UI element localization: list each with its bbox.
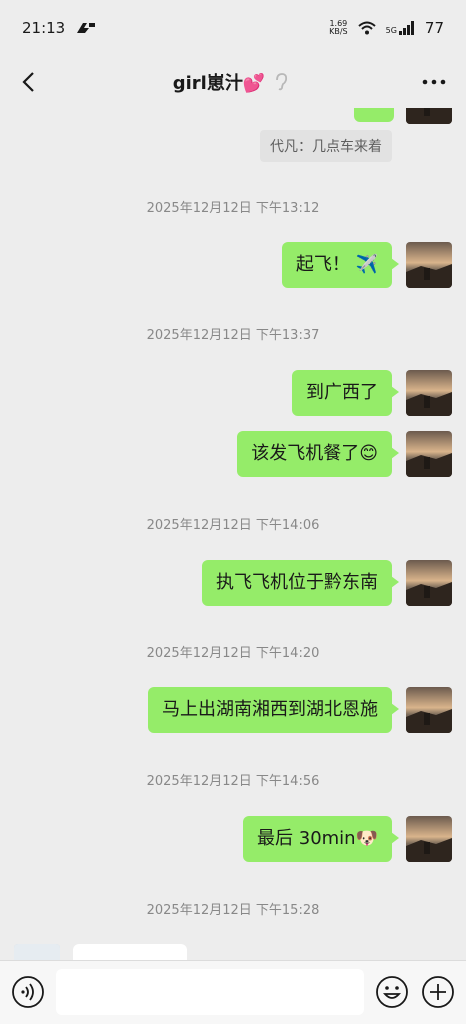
contact-avatar[interactable]: [14, 944, 60, 960]
message-input[interactable]: [56, 969, 364, 1015]
avatar[interactable]: [406, 242, 452, 288]
message-bubble-partial[interactable]: [354, 108, 394, 122]
avatar[interactable]: [406, 108, 452, 124]
avatar[interactable]: [406, 560, 452, 606]
message-timestamp: 2025年12月12日 下午14:20: [146, 646, 320, 661]
add-more-icon[interactable]: [421, 975, 455, 1009]
avatar[interactable]: [406, 370, 452, 416]
message-timestamp: 2025年12月12日 下午15:28: [146, 903, 320, 918]
incoming-message-bubble[interactable]: [73, 944, 187, 960]
wifi-icon: [357, 21, 376, 35]
message-bubble[interactable]: 该发飞机餐了😊: [237, 431, 399, 477]
avatar[interactable]: [406, 816, 452, 862]
signal-icon: [398, 21, 414, 35]
status-bar: 21:13 1.69 KB/S 5G 77: [0, 0, 466, 56]
message-bubble[interactable]: 马上出湖南湘西到湖北恩施: [148, 687, 399, 733]
voice-input-icon[interactable]: [11, 975, 45, 1009]
message-bubble[interactable]: 到广西了: [292, 370, 399, 416]
emoji-icon[interactable]: [375, 975, 409, 1009]
network-type: 5G: [385, 26, 397, 35]
more-options-icon[interactable]: [420, 70, 448, 94]
message-bubble[interactable]: 最后 30min🐶: [243, 816, 399, 862]
ear-icon: [276, 73, 288, 91]
message-timestamp: 2025年12月12日 下午14:06: [146, 518, 320, 533]
chat-header: girl崽汁💕: [0, 56, 466, 108]
message-timestamp: 2025年12月12日 下午14:56: [146, 774, 320, 789]
status-time: 21:13: [22, 19, 66, 37]
app-notification-icon: [77, 23, 96, 33]
input-bar: [0, 960, 466, 1024]
chat-area[interactable]: 代凡：几点车来着 2025年12月12日 下午13:12 起飞！ ✈️ 2025…: [0, 108, 466, 960]
back-icon[interactable]: [18, 70, 42, 94]
message-timestamp: 2025年12月12日 下午13:12: [146, 201, 320, 216]
message-bubble[interactable]: 执飞飞机位于黔东南: [202, 560, 399, 606]
chat-title: girl崽汁💕: [172, 73, 266, 94]
quoted-message[interactable]: 代凡：几点车来着: [260, 130, 392, 162]
message-bubble[interactable]: 起飞！ ✈️: [281, 242, 400, 288]
avatar[interactable]: [406, 431, 452, 477]
message-timestamp: 2025年12月12日 下午13:37: [146, 328, 320, 343]
avatar[interactable]: [406, 687, 452, 733]
net-speed: 1.69 KB/S: [329, 19, 348, 36]
battery-level: 77: [424, 19, 444, 37]
